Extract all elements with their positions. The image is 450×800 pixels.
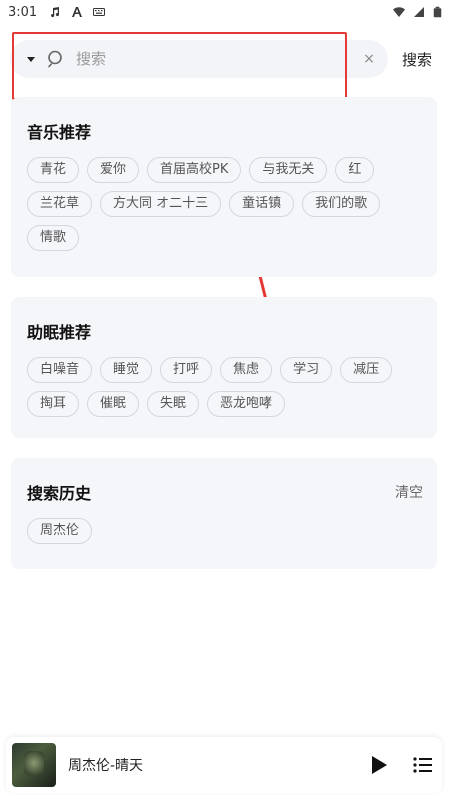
tag-chip[interactable]: 童话镇 [229, 191, 295, 217]
tag-chip[interactable]: 方大同 オ二十三 [100, 191, 222, 217]
tag-chip[interactable]: 青花 [27, 157, 80, 183]
search-input[interactable] [76, 50, 362, 68]
dropdown-arrow-icon[interactable] [26, 54, 36, 64]
tag-chip[interactable]: 焦虑 [220, 357, 273, 383]
tag-chip[interactable]: 掏耳 [27, 391, 80, 417]
search-history-tags: 周杰伦 [27, 518, 423, 544]
music-recommend-title: 音乐推荐 [27, 123, 92, 142]
music-recommend-header: 音乐推荐 [27, 119, 423, 143]
tag-chip[interactable]: 爱你 [87, 157, 140, 183]
keyboard-icon [93, 8, 106, 16]
sleep-recommend-header: 助眠推荐 [27, 319, 423, 343]
tag-chip[interactable]: 红 [335, 157, 375, 183]
clear-icon[interactable]: × [362, 52, 376, 66]
status-time: 3:01 [8, 4, 38, 20]
tag-chip[interactable]: 学习 [280, 357, 333, 383]
tag-chip[interactable]: 白噪音 [27, 357, 93, 383]
album-cover[interactable] [12, 743, 56, 787]
playlist-icon[interactable] [412, 754, 434, 776]
now-playing-title[interactable]: 周杰伦-晴天 [68, 755, 368, 775]
tag-chip[interactable]: 催眠 [87, 391, 140, 417]
search-button[interactable]: 搜索 [402, 49, 432, 70]
tag-chip[interactable]: 打呼 [160, 357, 213, 383]
tag-chip[interactable]: 首届高校PK [147, 157, 242, 183]
status-icons-left [49, 6, 106, 18]
search-history-title: 搜索历史 [27, 484, 92, 503]
history-chip[interactable]: 周杰伦 [27, 518, 93, 544]
tag-chip[interactable]: 失眠 [147, 391, 200, 417]
tag-chip[interactable]: 兰花草 [27, 191, 93, 217]
search-history-header: 搜索历史 清空 [27, 480, 423, 504]
tag-chip[interactable]: 情歌 [27, 225, 80, 251]
sleep-recommend-tags: 白噪音 睡觉 打呼 焦虑 学习 减压 掏耳 催眠 失眠 恶龙咆哮 [27, 357, 423, 417]
music-recommend-tags: 青花 爱你 首届高校PK 与我无关 红 兰花草 方大同 オ二十三 童话镇 我们的… [27, 157, 423, 251]
battery-icon [433, 6, 442, 18]
music-note-icon [51, 7, 60, 18]
mini-player[interactable]: 周杰伦-晴天 [6, 737, 442, 793]
play-icon[interactable] [368, 754, 390, 776]
music-recommend-card: 音乐推荐 青花 爱你 首届高校PK 与我无关 红 兰花草 方大同 オ二十三 童话… [11, 97, 437, 277]
tag-chip[interactable]: 睡觉 [100, 357, 153, 383]
sleep-recommend-card: 助眠推荐 白噪音 睡觉 打呼 焦虑 学习 减压 掏耳 催眠 失眠 恶龙咆哮 [11, 297, 437, 438]
search-history-card: 搜索历史 清空 周杰伦 [11, 458, 437, 569]
tag-chip[interactable]: 我们的歌 [302, 191, 381, 217]
tag-chip[interactable]: 恶龙咆哮 [207, 391, 286, 417]
sleep-recommend-title: 助眠推荐 [27, 323, 92, 342]
clear-history-button[interactable]: 清空 [395, 482, 423, 502]
search-box[interactable]: × [10, 40, 388, 78]
wifi-icon [393, 7, 405, 17]
tag-chip[interactable]: 减压 [340, 357, 393, 383]
tag-chip[interactable]: 与我无关 [249, 157, 328, 183]
font-a-icon [72, 7, 83, 17]
status-bar: 3:01 [0, 0, 450, 24]
status-icons-right [393, 5, 442, 19]
signal-icon [414, 7, 424, 17]
search-row: × 搜索 [10, 38, 440, 80]
search-icon [48, 50, 62, 68]
